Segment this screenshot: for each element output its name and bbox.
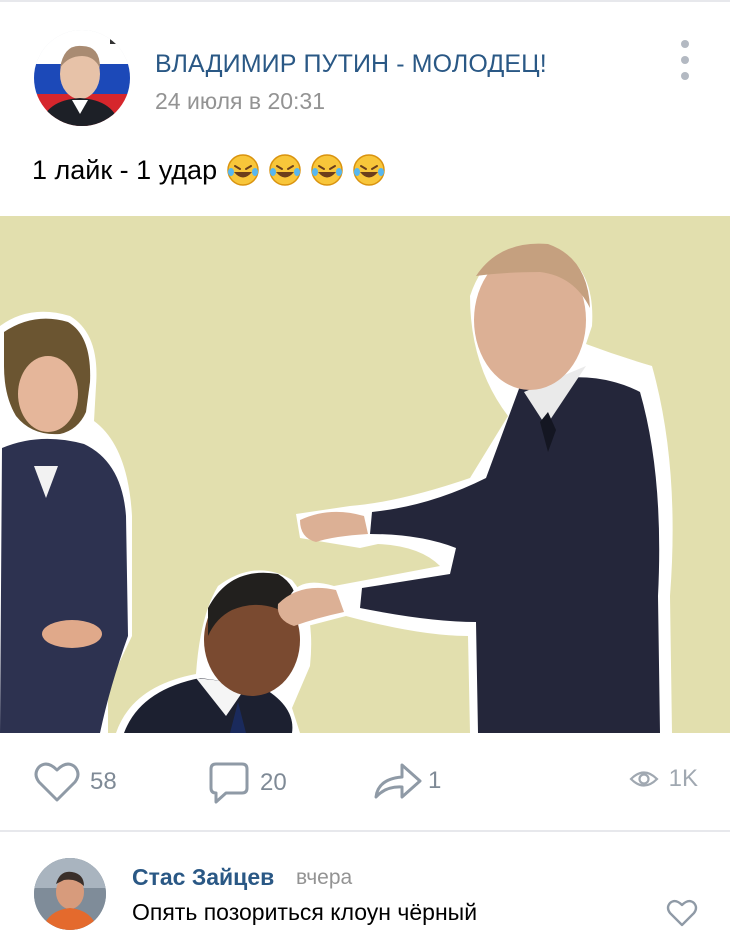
group-avatar[interactable] <box>34 30 130 126</box>
laughing-emoji-icon <box>311 154 343 186</box>
post-menu-button[interactable] <box>670 40 700 80</box>
post-text-content: 1 лайк - 1 удар <box>32 154 218 185</box>
emoji-group <box>225 152 393 188</box>
comment-timestamp: вчера <box>296 866 353 889</box>
comment-button[interactable]: 20 <box>208 761 287 805</box>
comment-author-avatar[interactable] <box>34 858 106 930</box>
eye-icon <box>629 771 659 787</box>
like-count: 58 <box>90 768 117 795</box>
laughing-emoji-icon <box>269 154 301 186</box>
heart-icon <box>666 899 698 927</box>
post-image[interactable] <box>0 216 730 733</box>
comment-author-name[interactable]: Стас Зайцев <box>132 864 274 891</box>
group-name-link[interactable]: ВЛАДИМИР ПУТИН - МОЛОДЕЦ! <box>155 50 547 79</box>
dot-icon <box>681 56 689 64</box>
share-button[interactable]: 1 <box>372 761 441 801</box>
share-count: 1 <box>428 767 442 794</box>
top-divider <box>0 0 730 2</box>
share-icon <box>374 763 422 799</box>
post-actions-bar: 58 20 1 1K <box>0 745 730 817</box>
comment-like-button[interactable] <box>666 899 698 927</box>
like-button[interactable]: 58 <box>34 761 117 803</box>
comments-divider <box>0 830 730 832</box>
comment-text: Опять позориться клоун чёрный <box>132 899 478 925</box>
post-timestamp[interactable]: 24 июля в 20:31 <box>155 88 325 115</box>
heart-icon <box>34 762 80 802</box>
post-text: 1 лайк - 1 удар <box>32 152 393 188</box>
dot-icon <box>681 40 689 48</box>
views-indicator: 1K <box>629 765 698 793</box>
laughing-emoji-icon <box>353 154 385 186</box>
comment-count: 20 <box>260 769 287 796</box>
laughing-emoji-icon <box>227 154 259 186</box>
comment-icon <box>209 762 249 804</box>
views-count: 1K <box>668 765 698 792</box>
dot-icon <box>681 72 689 80</box>
